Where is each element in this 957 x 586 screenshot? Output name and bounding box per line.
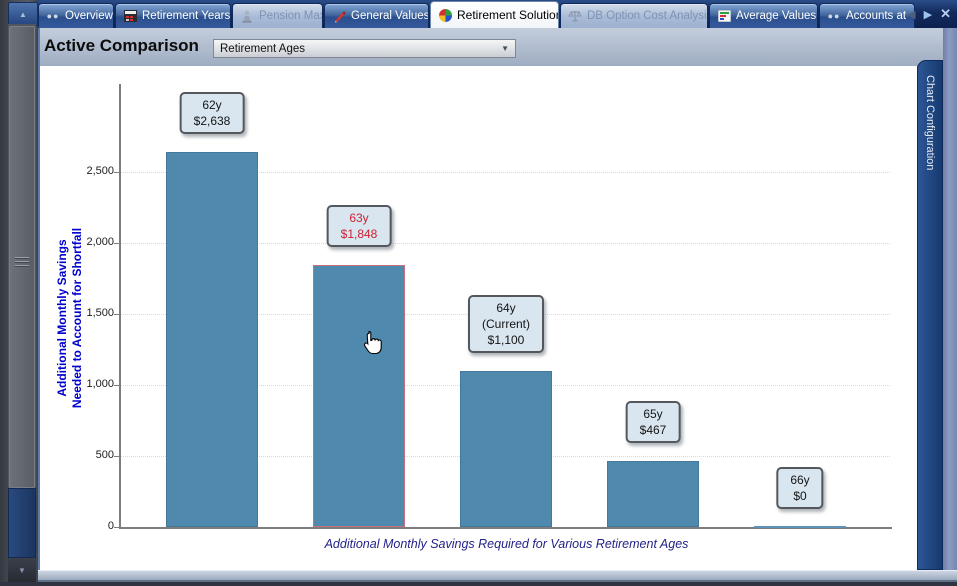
tab-general-values[interactable]: General Values [324,3,429,28]
close-icon[interactable]: ✕ [940,6,951,22]
pie-chart-icon [438,9,452,22]
tab-label: General Values [351,10,429,22]
comparison-dropdown[interactable]: Retirement Ages ▼ [213,39,516,58]
page-title: Active Comparison [44,36,199,56]
tab-label: Retirement Years [142,10,230,22]
chart-grid-icon [123,10,137,23]
chevron-down-icon: ▼ [501,44,515,53]
y-tick-label: 500 [58,449,114,461]
data-label-line: 62y [194,97,231,113]
comparison-dropdown-value: Retirement Ages [220,43,305,55]
tab-scroll-left-icon[interactable]: ◀ [907,8,915,21]
data-label-66y: 66y$0 [776,467,823,509]
data-label-line: $1,848 [341,226,378,242]
y-axis-line [119,84,121,529]
data-label-line: 65y [640,406,667,422]
bar-chart-icon [717,10,731,23]
y-tick-label: 2,500 [58,165,114,177]
tab-label: Average Values [736,10,816,22]
tab-average-values[interactable]: Average Values [709,3,818,28]
bar-62y[interactable] [166,152,258,527]
bottom-bar [38,570,957,582]
tab-db-option-cost-analysis[interactable]: DB Option Cost Analysis [560,3,708,28]
scrollbar-grip [15,255,29,269]
right-edge-strip [943,28,957,582]
tab-retirement-solutions[interactable]: Retirement Solutions [430,1,559,28]
tab-scroll-right-icon[interactable]: ▶ [924,8,932,21]
bar-chart: 05001,0001,5002,0002,50062y$2,63863y$1,8… [40,66,917,570]
left-scrollbar-rail: ▲ ▼ [0,0,38,586]
data-label-line: (Current) [482,316,530,332]
data-label-63y: 63y$1,848 [327,205,392,247]
data-label-line: $467 [640,422,667,438]
binoculars-icon: ●● [46,10,60,23]
bar-64y-current-[interactable] [460,371,552,527]
tab-retirement-years[interactable]: Retirement Years [115,3,231,28]
data-label-line: $0 [790,488,809,504]
tab-label: Pension Max [259,10,323,22]
tab-accounts-at[interactable]: ●● Accounts at [819,3,915,28]
header-strip: Active Comparison Retirement Ages ▼ [40,28,957,66]
chart-panel: 05001,0001,5002,0002,50062y$2,63863y$1,8… [40,66,917,570]
tab-label: DB Option Cost Analysis [587,10,708,22]
chart-title: Additional Monthly Savings Required for … [121,537,892,551]
data-label-line: 64y [482,300,530,316]
y-axis-title-line: Needed to Account for Shortfall [70,228,85,408]
window-bottom-edge [0,582,957,586]
scrollbar-thumb[interactable] [9,26,35,488]
y-axis-title-line: Additional Monthly Savings [55,228,70,408]
chart-configuration-tab[interactable]: Chart Configuration [917,60,943,570]
data-label-64y-current-: 64y(Current)$1,100 [468,295,544,353]
pension-icon [240,10,254,23]
scales-icon [568,10,582,23]
tab-navigation: ◀ ▶ ✕ [907,0,955,28]
binoculars-icon: ●● [827,10,841,23]
tab-bar: ●● Overview Retirement Years Pension Max Gen… [38,0,957,28]
tab-label: Retirement Solutions [457,8,559,22]
scroll-up-button[interactable]: ▲ [8,2,38,26]
bar-66y-zero[interactable] [754,526,846,528]
data-label-line: $1,100 [482,332,530,348]
bar-65y[interactable] [607,461,699,527]
scrollbar-lower-block [8,488,36,558]
tab-pension-max[interactable]: Pension Max [232,3,323,28]
data-label-62y: 62y$2,638 [180,92,245,134]
y-tick-label: 0 [58,520,114,532]
bar-63y[interactable] [313,265,405,527]
tab-overview[interactable]: ●● Overview [38,3,114,28]
tab-label: Overview [65,10,113,22]
tab-label: Accounts at [846,10,906,22]
data-label-65y: 65y$467 [626,401,681,443]
y-axis-title: Additional Monthly SavingsNeeded to Acco… [55,228,85,408]
data-label-line: 63y [341,210,378,226]
data-label-line: 66y [790,472,809,488]
data-label-line: $2,638 [194,113,231,129]
scroll-down-button[interactable]: ▼ [8,558,36,582]
chart-configuration-label: Chart Configuration [918,61,936,170]
pen-icon [332,10,346,23]
